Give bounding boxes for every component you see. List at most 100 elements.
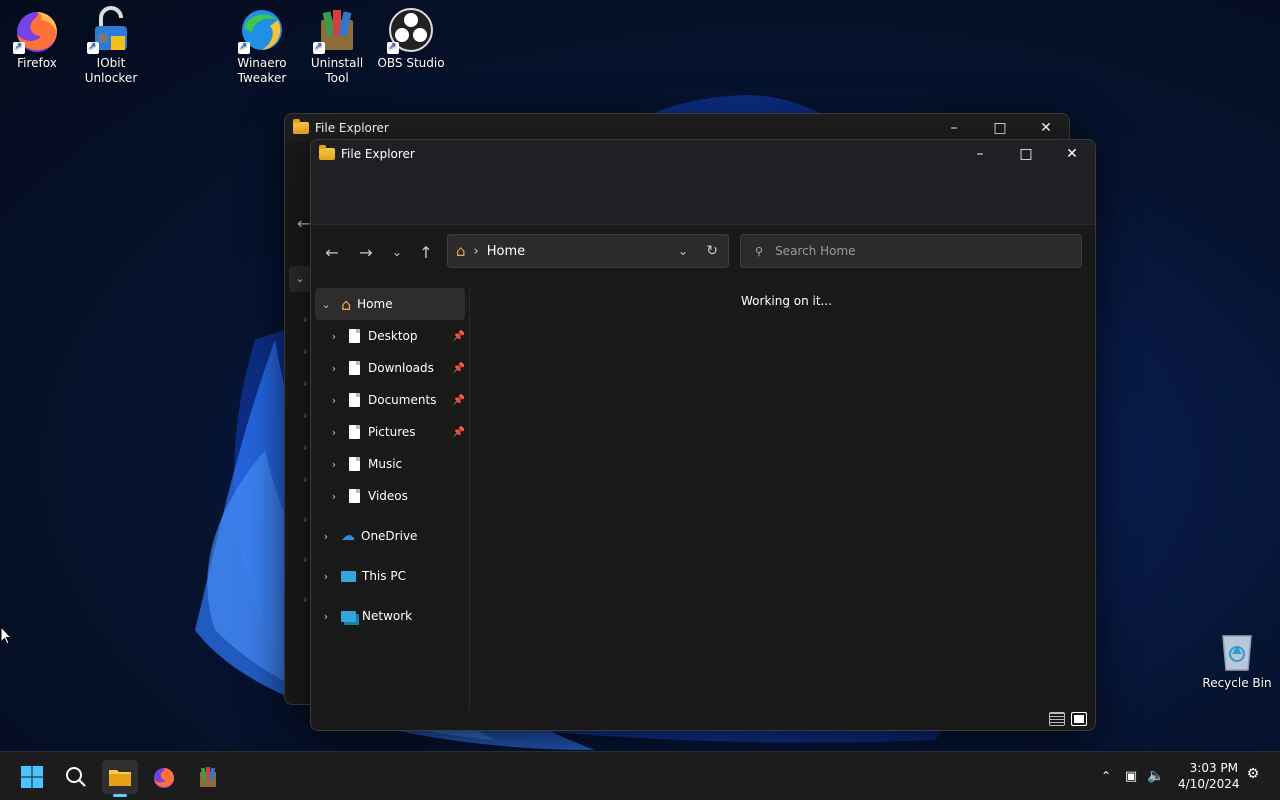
chevron-right-icon[interactable]: › [327, 458, 341, 471]
mouse-cursor-icon [0, 626, 12, 645]
chevron-right-icon[interactable]: › [327, 426, 341, 439]
search-input[interactable]: Search Home [775, 244, 855, 258]
firefox-icon [154, 768, 174, 788]
chevron-right-icon[interactable]: › [327, 362, 341, 375]
start-button[interactable] [14, 760, 50, 794]
up-button[interactable]: ↑ [409, 236, 443, 268]
obs-studio-icon [387, 6, 435, 54]
uninstall-tool-icon [313, 6, 361, 54]
notification-icon[interactable]: ⚙ [1244, 766, 1262, 784]
chevron-right-icon[interactable]: › [327, 490, 341, 503]
file-explorer-window[interactable]: File Explorer – □ ✕ ← → ⌄ ↑ ⌂ › Home ⌄ ↻… [310, 139, 1096, 731]
desktop-icon-iobit-unlocker[interactable]: IObit Unlocker [73, 0, 149, 86]
sidebar-item-label: Home [357, 297, 393, 311]
desktop-icon-firefox[interactable]: Firefox [0, 0, 75, 71]
back-arrow-icon[interactable]: ← [297, 214, 310, 233]
tiles-view-icon[interactable] [1071, 712, 1087, 726]
sidebar-chevrons: › › › › › › › › › [303, 313, 308, 606]
chevron-up-icon[interactable]: ⌃ [1094, 769, 1118, 783]
titlebar[interactable]: File Explorer – □ ✕ [285, 114, 1069, 142]
desktop-icon-label: Uninstall Tool [310, 56, 364, 85]
sidebar-item-pictures[interactable]: › Pictures 📌 [311, 416, 469, 448]
chevron-down-icon[interactable]: ⌄ [319, 298, 333, 311]
folder-icon [293, 119, 309, 134]
chevron-right-icon[interactable]: › [319, 610, 333, 623]
sidebar-item-label: Network [362, 609, 413, 623]
refresh-icon[interactable]: ↻ [706, 243, 718, 259]
file-icon [349, 329, 360, 343]
taskbar-file-explorer[interactable] [102, 760, 138, 797]
maximize-button[interactable]: □ [1003, 140, 1049, 168]
taskbar: ⌃ ▣ 🔈 3:03 PM 4/10/2024 ⚙ [0, 751, 1280, 800]
iobit-unlocker-icon [87, 6, 135, 54]
network-status-icon[interactable]: ▣ [1118, 769, 1144, 784]
search-button[interactable] [58, 760, 94, 794]
clock-time: 3:03 PM [1189, 761, 1238, 775]
sidebar-item-downloads[interactable]: › Downloads 📌 [311, 352, 469, 384]
search-icon [66, 767, 86, 787]
sidebar-item-label: Music [368, 457, 403, 471]
taskbar-uninstall-tool[interactable] [190, 760, 226, 794]
details-view-icon[interactable] [1049, 712, 1065, 726]
sidebar-item-label: Videos [368, 489, 408, 503]
volume-icon[interactable]: 🔈 [1144, 768, 1168, 784]
clock[interactable]: 3:03 PM 4/10/2024 [1178, 760, 1240, 792]
search-icon: ⚲ [755, 244, 764, 258]
minimize-button[interactable]: – [957, 140, 1003, 168]
maximize-button[interactable]: □ [977, 114, 1023, 142]
desktop-icon-uninstall-tool[interactable]: Uninstall Tool [299, 0, 375, 86]
titlebar[interactable]: File Explorer – □ ✕ [311, 140, 1095, 168]
sidebar-item-label: This PC [362, 569, 406, 583]
chevron-right-icon[interactable]: › [327, 394, 341, 407]
pin-icon: 📌 [452, 362, 465, 374]
shortcut-arrow-icon [387, 39, 399, 54]
sidebar-item-thispc[interactable]: › This PC [311, 560, 469, 592]
desktop-icon-obs-studio[interactable]: OBS Studio [373, 0, 449, 71]
breadcrumb-separator-icon: › [473, 243, 479, 259]
sidebar-item-documents[interactable]: › Documents 📌 [311, 384, 469, 416]
back-button[interactable]: ← [315, 236, 349, 268]
minimize-button[interactable]: – [931, 114, 977, 142]
home-icon: ⌂ [341, 294, 352, 314]
sidebar-item-videos[interactable]: › Videos [311, 480, 469, 512]
sidebar-item-label: Documents [368, 393, 437, 407]
window-title: File Explorer [341, 147, 415, 161]
sidebar-item-onedrive[interactable]: › ☁ OneDrive [311, 520, 469, 552]
close-button[interactable]: ✕ [1049, 140, 1095, 168]
sidebar-item-music[interactable]: › Music [311, 448, 469, 480]
sidebar-item-desktop[interactable]: › Desktop 📌 [311, 320, 469, 352]
chevron-right-icon[interactable]: › [319, 570, 333, 583]
sidebar-item-label: Downloads [368, 361, 434, 375]
winaero-tweaker-icon [238, 6, 286, 54]
desktop-icon-recycle-bin[interactable]: Recycle Bin [1199, 620, 1275, 691]
windows-logo-icon [21, 766, 43, 788]
tab-strip-area [311, 168, 1095, 225]
cloud-icon: ☁ [341, 528, 355, 544]
status-message: Working on it... [741, 294, 833, 308]
recent-locations-button[interactable]: ⌄ [383, 236, 411, 268]
chevron-right-icon[interactable]: › [327, 330, 341, 343]
chevron-down-icon[interactable]: ⌄ [289, 266, 311, 292]
network-icon [341, 610, 356, 622]
sidebar-item-network[interactable]: › Network [311, 600, 469, 632]
breadcrumb-location[interactable]: Home [487, 244, 525, 259]
address-dropdown-icon[interactable]: ⌄ [678, 244, 688, 258]
forward-button[interactable]: → [349, 236, 383, 268]
shortcut-arrow-icon [238, 39, 250, 54]
sidebar-item-label: Pictures [368, 425, 416, 439]
navigation-pane: ⌄ ⌂ Home › Desktop 📌 › Downloads 📌 › Doc… [311, 288, 470, 710]
desktop-icon-winaero-tweaker[interactable]: Winaero Tweaker [224, 0, 300, 86]
close-button[interactable]: ✕ [1023, 114, 1069, 142]
search-box[interactable]: ⚲ Search Home [740, 234, 1082, 268]
desktop-icon-label: IObit Unlocker [84, 56, 138, 85]
taskbar-firefox[interactable] [146, 760, 182, 794]
desktop-icon-label: OBS Studio [377, 56, 445, 70]
shortcut-arrow-icon [313, 39, 325, 54]
uninstall-tool-icon [200, 767, 216, 787]
sidebar-item-home[interactable]: ⌄ ⌂ Home [315, 288, 465, 320]
clock-date: 4/10/2024 [1178, 777, 1240, 791]
chevron-right-icon[interactable]: › [319, 530, 333, 543]
folder-icon [319, 145, 335, 160]
file-icon [349, 393, 360, 407]
address-bar[interactable]: ⌂ › Home ⌄ ↻ [447, 234, 729, 268]
